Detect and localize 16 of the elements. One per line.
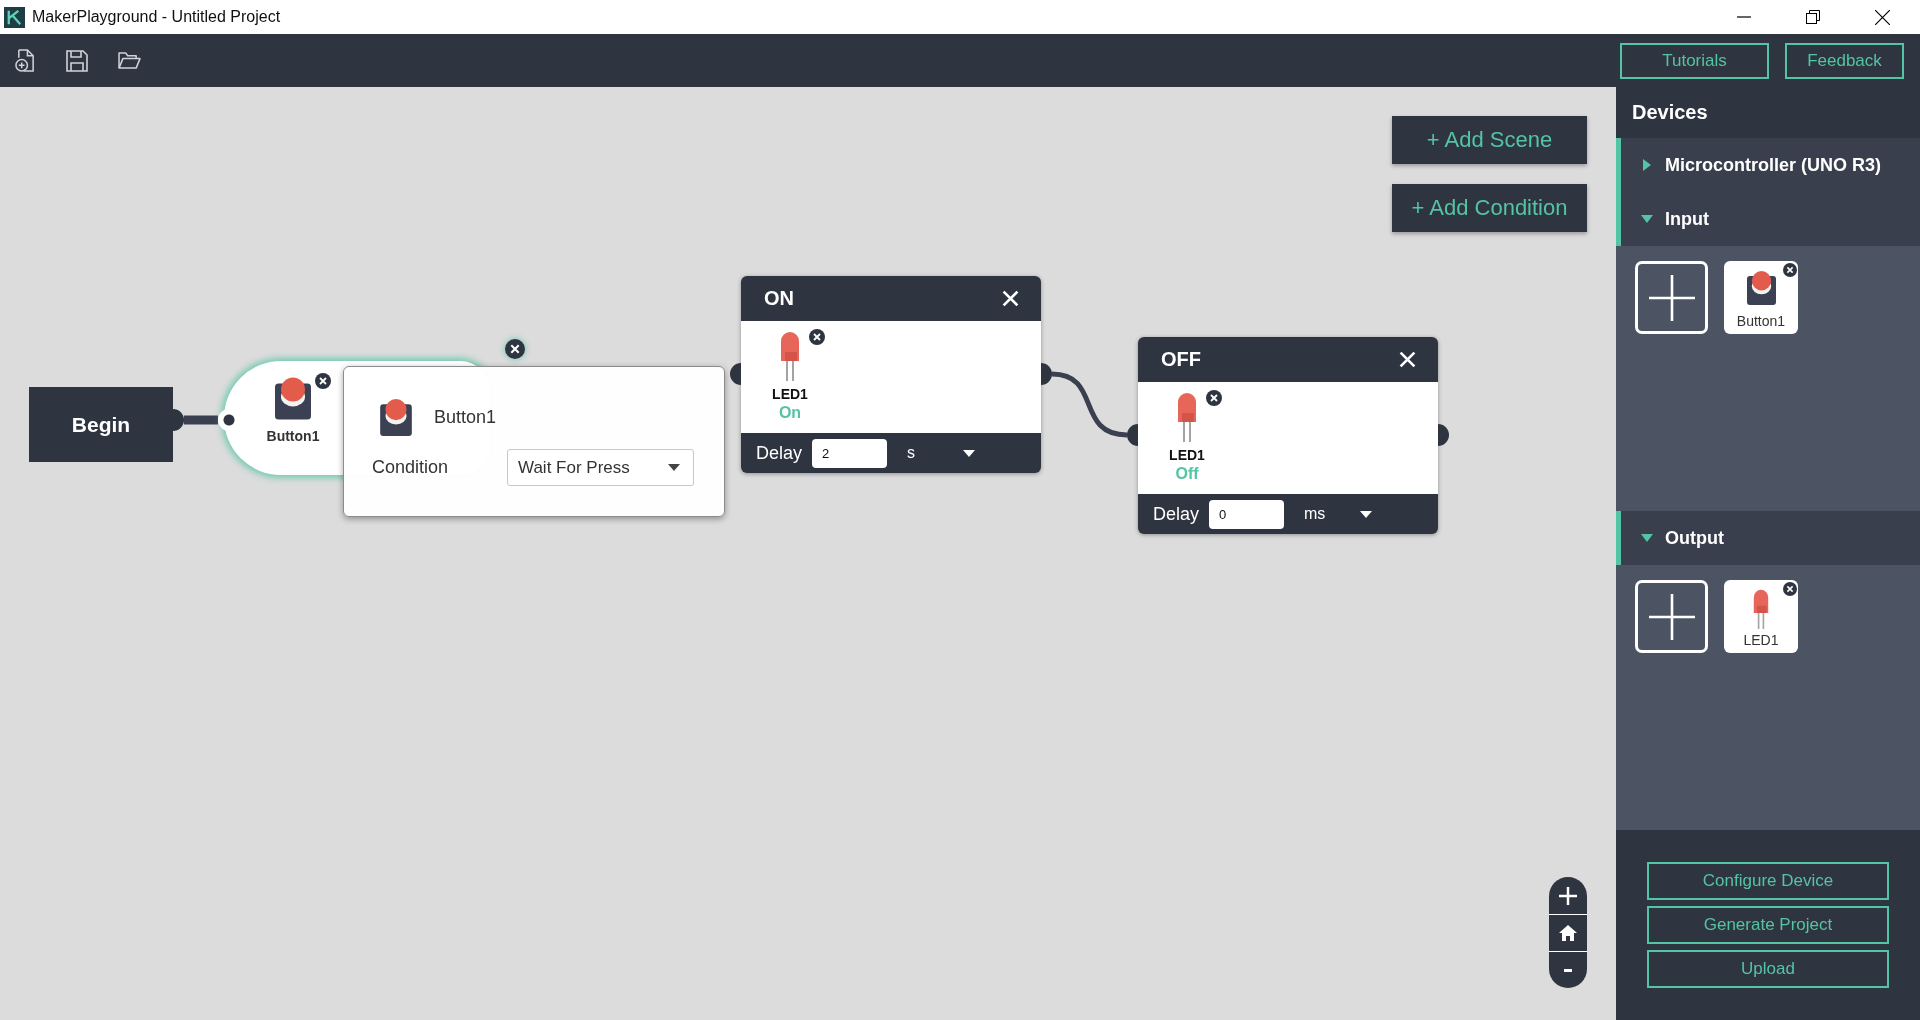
device-name: LED1 <box>772 386 808 403</box>
device-name: Button1 <box>1736 313 1786 329</box>
device-name: Button1 <box>266 428 320 445</box>
delay-label: Delay <box>1153 503 1200 525</box>
window-title: MakerPlayground - Untitled Project <box>32 8 281 26</box>
begin-node: Begin <box>29 387 173 462</box>
delay-label: Delay <box>756 442 803 464</box>
device-name: LED1 <box>1743 632 1779 648</box>
panel-title: Devices <box>1631 100 1709 125</box>
device-name: LED1 <box>1169 447 1205 464</box>
device-name: Button1 <box>434 406 497 428</box>
field-label: Condition <box>372 457 450 478</box>
device-state: Off <box>1175 464 1199 484</box>
scene-title: ON <box>764 287 794 310</box>
scene-title: OFF <box>1161 348 1201 371</box>
device-state: On <box>778 403 802 423</box>
